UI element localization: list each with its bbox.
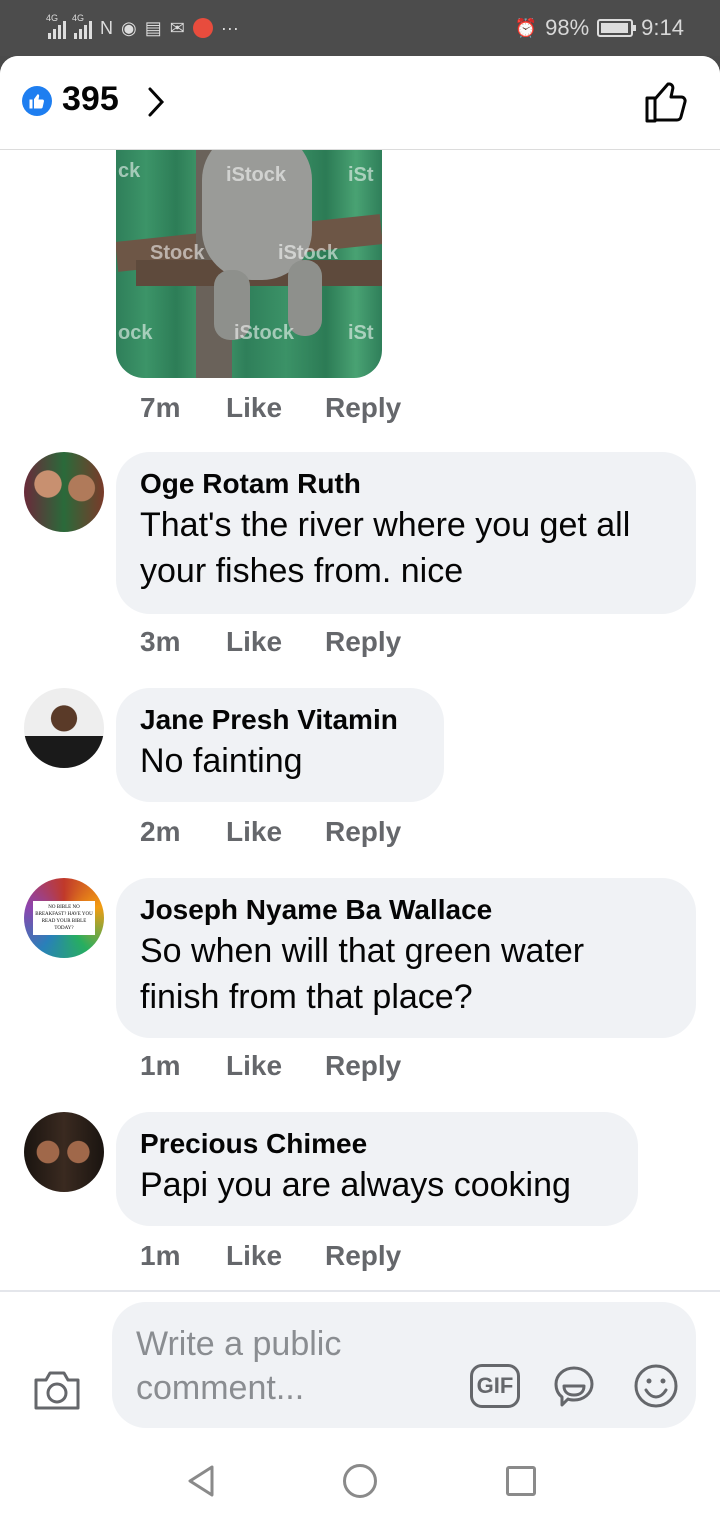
battery-percent: 98%: [545, 15, 590, 40]
avatar[interactable]: [24, 1112, 104, 1192]
clock: 9:14: [641, 15, 684, 40]
reply-link[interactable]: Reply: [325, 392, 401, 424]
comment-actions: 2m Like Reply: [140, 816, 401, 848]
comment-text: So when will that green water finish fro…: [140, 932, 585, 1016]
watermark: iStock: [234, 322, 295, 344]
mail-icon: ✉: [169, 17, 185, 38]
watermark: iSt: [348, 322, 374, 344]
comment-bubble[interactable]: Joseph Nyame Ba Wallace So when will tha…: [116, 878, 696, 1038]
comment-text: Papi you are always cooking: [140, 1166, 571, 1204]
status-bar: 4G 4G N ◉ ▤ ✉ ··· ⏰ 98% 9:14: [0, 0, 720, 56]
watermark: ock: [118, 322, 153, 344]
comment-text: No fainting: [140, 742, 303, 780]
system-nav-bar: [0, 1440, 720, 1520]
comment-time[interactable]: 3m: [140, 626, 226, 658]
reply-link[interactable]: Reply: [325, 626, 401, 658]
watermark: iStock: [278, 242, 339, 264]
commenter-name[interactable]: Joseph Nyame Ba Wallace: [140, 892, 670, 928]
comments-sheet: 395 ck iStock iSt Stock iStock ock iStoc…: [0, 56, 720, 1520]
comment-image[interactable]: ck iStock iSt Stock iStock ock iStock iS…: [116, 150, 382, 378]
like-link[interactable]: Like: [226, 392, 325, 424]
sticker-icon[interactable]: [550, 1362, 598, 1410]
watermark: Stock: [150, 242, 205, 264]
commenter-name[interactable]: Oge Rotam Ruth: [140, 466, 670, 502]
comment-actions: 3m Like Reply: [140, 626, 401, 658]
avatar[interactable]: NO BIBLE NO BREAKFAST? HAVE YOU READ YOU…: [24, 878, 104, 958]
comment-time[interactable]: 7m: [140, 392, 226, 424]
comment-time[interactable]: 1m: [140, 1240, 226, 1272]
comment-actions: 1m Like Reply: [140, 1240, 401, 1272]
home-icon[interactable]: [343, 1464, 377, 1498]
like-link[interactable]: Like: [226, 1240, 325, 1272]
comment-bubble[interactable]: Jane Presh Vitamin No fainting: [116, 688, 444, 802]
avatar-text: NO BIBLE NO BREAKFAST? HAVE YOU READ YOU…: [33, 901, 95, 935]
comment-actions: 1m Like Reply: [140, 1050, 401, 1082]
camera-icon[interactable]: [32, 1368, 82, 1412]
chevron-right-icon[interactable]: [146, 86, 166, 118]
comment-time[interactable]: 1m: [140, 1050, 226, 1082]
reaction-count[interactable]: 395: [62, 80, 119, 119]
watermark: iSt: [348, 164, 374, 186]
commenter-name[interactable]: Precious Chimee: [140, 1126, 612, 1162]
like-link[interactable]: Like: [226, 1050, 325, 1082]
comment-actions: 7m Like Reply: [140, 392, 401, 424]
comment-composer: Write a public comment... GIF: [0, 1290, 720, 1440]
signal-icon-2: 4G: [72, 13, 92, 39]
messenger-icon: ◉: [121, 17, 137, 38]
comment-time[interactable]: 2m: [140, 816, 226, 848]
back-icon[interactable]: [186, 1464, 216, 1498]
more-notifications: ···: [220, 17, 239, 38]
comment-input[interactable]: Write a public comment... GIF: [112, 1302, 696, 1428]
like-link[interactable]: Like: [226, 626, 325, 658]
comment-text: That's the river where you get all your …: [140, 506, 631, 590]
message-icon: ▤: [144, 17, 162, 38]
reply-link[interactable]: Reply: [325, 1050, 401, 1082]
emoji-icon[interactable]: [632, 1362, 680, 1410]
signal-icon: 4G: [46, 13, 66, 39]
battery-icon: [597, 19, 637, 37]
recents-icon[interactable]: [506, 1466, 536, 1496]
reactions-header[interactable]: 395: [0, 56, 720, 150]
gif-icon[interactable]: GIF: [470, 1364, 520, 1408]
like-link[interactable]: Like: [226, 816, 325, 848]
watermark: iStock: [226, 164, 287, 186]
reply-link[interactable]: Reply: [325, 1240, 401, 1272]
comment-bubble[interactable]: Precious Chimee Papi you are always cook…: [116, 1112, 638, 1226]
comment-placeholder[interactable]: Write a public comment...: [136, 1322, 436, 1410]
avatar[interactable]: [24, 688, 104, 768]
notification-icon: N: [100, 17, 113, 38]
app-notification-icon: [192, 18, 213, 38]
thumbs-up-icon[interactable]: [644, 80, 690, 124]
comment-bubble[interactable]: Oge Rotam Ruth That's the river where yo…: [116, 452, 696, 614]
commenter-name[interactable]: Jane Presh Vitamin: [140, 702, 418, 738]
like-reaction-icon: [22, 86, 52, 116]
reply-link[interactable]: Reply: [325, 816, 401, 848]
avatar[interactable]: [24, 452, 104, 532]
watermark: ck: [118, 160, 141, 182]
alarm-icon: ⏰: [514, 17, 538, 38]
